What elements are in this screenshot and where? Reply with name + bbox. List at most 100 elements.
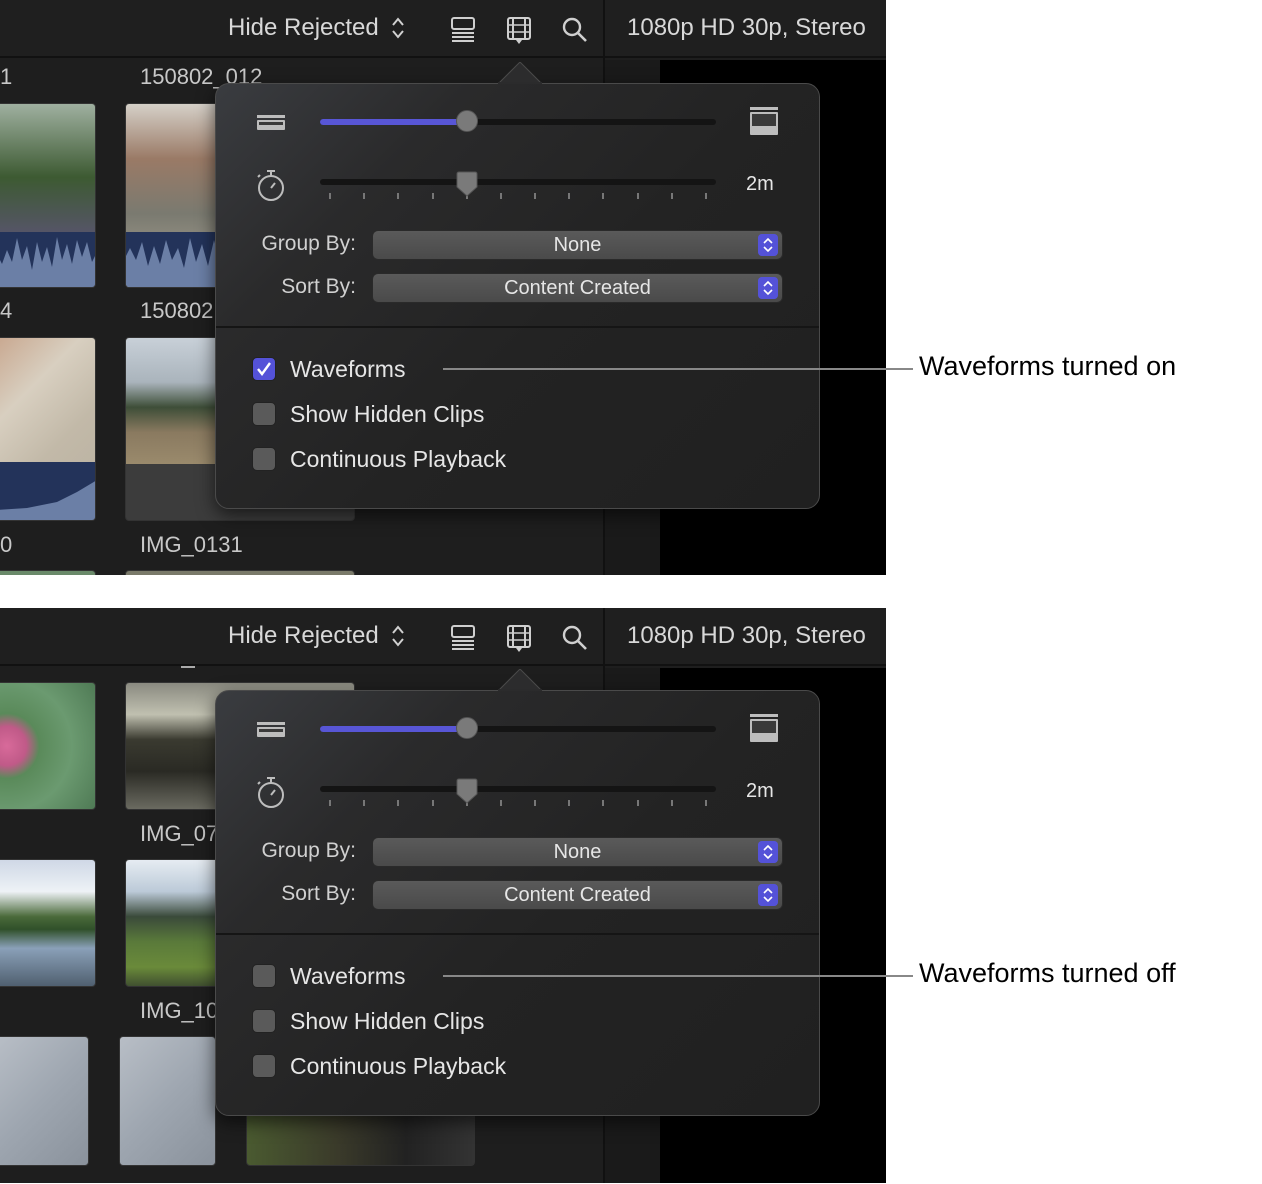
duration-tick [397,800,400,806]
show-hidden-clips-checkbox[interactable] [252,1009,276,1033]
clip-thumbnail-street[interactable] [125,103,225,288]
group-by-label: Group By: [261,839,356,862]
waveforms-label: Waveforms [290,962,406,989]
clip-label-fragment [181,666,195,668]
duration-tick [602,800,605,806]
clip-height-slider-fill [320,726,467,732]
duration-tick [397,193,400,199]
clip-thumbnail-calligraphy[interactable] [0,1036,89,1166]
popover-separator [216,326,819,328]
duration-slider-knob[interactable] [456,778,478,804]
popup-stepper-icon [758,841,778,863]
duration-value: 2m [746,173,774,195]
clip-thumbnail-lake[interactable] [0,859,96,987]
sort-by-value: Content Created [504,277,651,299]
updown-chevron-icon [391,17,404,39]
sort-by-popup[interactable]: Content Created [372,273,783,303]
show-hidden-clips-label: Show Hidden Clips [290,400,485,427]
callout-leader-line [443,368,913,370]
waveforms-checkbox[interactable] [252,964,276,988]
clip-height-slider-knob[interactable] [455,717,478,739]
clip-thumbnail[interactable] [125,570,355,575]
duration-tick [499,193,502,199]
duration-tick [568,193,571,199]
popup-stepper-icon [758,884,778,906]
clip-name: 0 [0,532,13,557]
clip-thumbnail-lotus[interactable] [0,682,96,810]
updown-chevron-icon [391,625,404,647]
clip-appearance-popover: 2m Group By: None Sort By: Content Creat… [215,669,820,1116]
sort-by-popup[interactable]: Content Created [372,880,783,910]
clip-name: 150802 [140,298,214,323]
duration-tick [705,800,707,806]
clip-name: IMG_10 [140,998,219,1023]
clip-thumbnail-map[interactable] [0,337,96,521]
popover-arrow [498,669,542,691]
continuous-playback-label: Continuous Playback [290,1052,507,1079]
clip-name: 4 [0,298,13,323]
filmstrip-view-icon[interactable] [504,15,534,45]
continuous-playback-checkbox-row[interactable]: Continuous Playback [252,1052,506,1080]
duration-tick [431,193,434,199]
clip-appearance-list-icon[interactable] [448,15,478,45]
popup-stepper-icon [758,277,778,299]
duration-tick [568,800,571,806]
group-by-popup[interactable]: None [372,837,783,867]
clip-appearance-popover: 2m Group By: None Sort By: Content Creat… [215,62,820,509]
clip-height-slider-fill [320,119,467,125]
show-hidden-clips-label: Show Hidden Clips [290,1007,485,1034]
continuous-playback-label: Continuous Playback [290,445,507,472]
clip-name: IMG_07 [140,821,219,846]
duration-tick [534,800,537,806]
callout-leader-line [443,975,913,977]
duration-tick [602,193,605,199]
duration-slider-knob[interactable] [456,171,478,197]
clip-thumbnail-motorbike[interactable] [246,1108,475,1166]
show-hidden-clips-checkbox-row[interactable]: Show Hidden Clips [252,400,484,428]
sort-by-label: Sort By: [281,275,356,298]
group-by-popup[interactable]: None [372,230,783,260]
clip-filter-label: Hide Rejected [228,14,379,41]
duration-tick [363,800,366,806]
continuous-playback-checkbox[interactable] [252,447,276,471]
sort-by-label: Sort By: [281,882,356,905]
duration-tick [705,193,707,199]
clip-thumbnail-motorbike[interactable] [0,103,96,288]
filmstrip-view-icon[interactable] [504,623,534,653]
clip-height-slider[interactable] [320,717,716,739]
continuous-playback-checkbox[interactable] [252,1054,276,1078]
duration-slider[interactable] [320,778,716,806]
duration-slider[interactable] [320,171,716,199]
sort-by-value: Content Created [504,884,651,906]
clip-filter-popup[interactable]: Hide Rejected [228,622,405,650]
group-by-value: None [553,234,602,256]
large-clip-height-icon [750,107,778,135]
clip-height-slider-knob[interactable] [455,110,478,132]
duration-tick [534,193,537,199]
popover-arrow [498,62,542,84]
duration-value: 2m [746,780,774,802]
continuous-playback-checkbox-row[interactable]: Continuous Playback [252,445,506,473]
waveforms-label: Waveforms [290,355,406,382]
duration-tick [636,800,639,806]
duration-tick [499,800,502,806]
waveforms-checkbox-row[interactable]: Waveforms [252,355,405,383]
waveforms-checkbox-row[interactable]: Waveforms [252,962,405,990]
audio-waveform [0,462,95,520]
clip-appearance-list-icon[interactable] [448,623,478,653]
search-icon[interactable] [560,15,590,45]
clip-filter-popup[interactable]: Hide Rejected [228,14,405,42]
clip-thumbnail[interactable] [0,570,96,575]
clip-thumbnail-calligraphy[interactable] [119,1036,216,1166]
show-hidden-clips-checkbox-row[interactable]: Show Hidden Clips [252,1007,484,1035]
popover-separator [216,933,819,935]
waveforms-checkbox[interactable] [252,357,276,381]
clip-filter-label: Hide Rejected [228,622,379,649]
duration-tick [636,193,639,199]
small-clip-height-icon [257,115,285,130]
show-hidden-clips-checkbox[interactable] [252,402,276,426]
duration-tick [431,800,434,806]
search-icon[interactable] [560,623,590,653]
clip-height-slider[interactable] [320,110,716,132]
duration-tick [329,193,331,199]
